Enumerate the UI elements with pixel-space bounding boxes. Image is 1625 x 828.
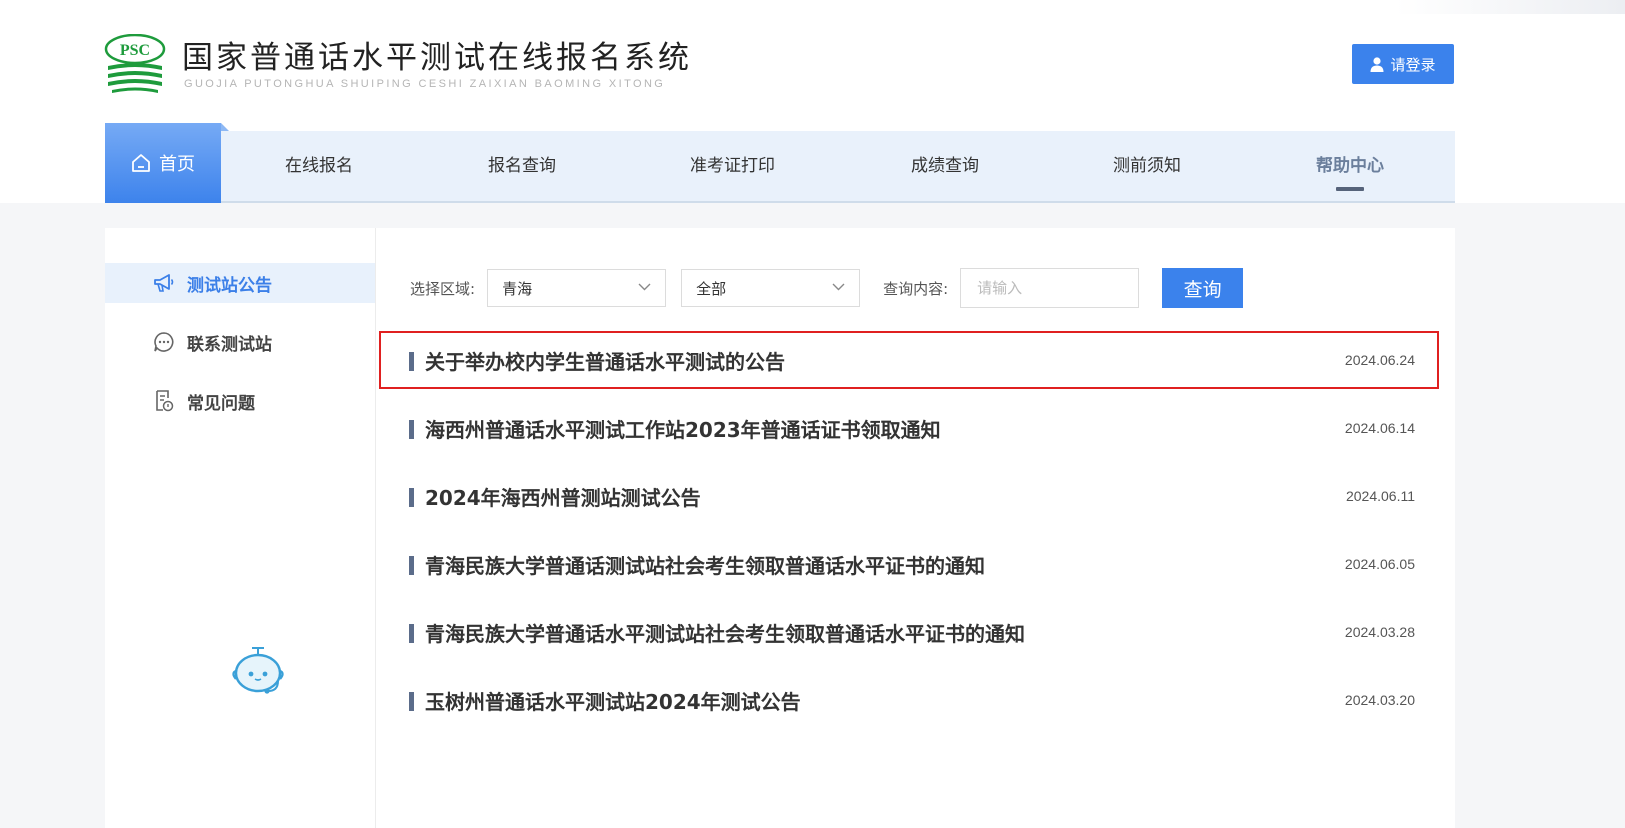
active-underline — [1336, 187, 1364, 191]
login-button[interactable]: 请登录 — [1352, 44, 1454, 84]
notice-row[interactable]: 青海民族大学普通话测试站社会考生领取普通话水平证书的通知 2024.06.05 — [379, 535, 1439, 593]
notice-date: 2024.06.14 — [1344, 420, 1415, 436]
region-select[interactable]: 青海 — [487, 269, 667, 307]
chevron-down-icon — [832, 283, 845, 291]
notice-title[interactable]: 关于举办校内学生普通话水平测试的公告 — [425, 346, 785, 375]
home-icon — [132, 154, 150, 172]
query-label: 查询内容: — [883, 279, 949, 298]
site-logo[interactable]: PSC 国家普通话水平测试在线报名系统 GUOJIA PUTONGHUA SHU… — [104, 34, 704, 96]
sidebar-item-contact-station[interactable]: 联系测试站 — [105, 322, 375, 362]
notice-row[interactable]: 海西州普通话水平测试工作站2023年普通话证书领取通知 2024.06.14 — [379, 399, 1439, 457]
psc-logo-icon: PSC — [104, 34, 166, 93]
row-marker — [409, 624, 414, 643]
row-marker — [409, 352, 414, 371]
row-marker — [409, 420, 414, 439]
sidebar: 测试站公告 联系测试站 常见问题 — [105, 228, 376, 828]
nav-item-help-center[interactable]: 帮助中心 — [1316, 131, 1384, 201]
nav-home[interactable]: 首页 — [105, 123, 229, 203]
query-button[interactable]: 查询 — [1162, 268, 1244, 308]
sidebar-label-station-notice: 测试站公告 — [187, 275, 272, 296]
nav-help-label: 帮助中心 — [1316, 156, 1384, 176]
row-marker — [409, 692, 414, 711]
region-value: 青海 — [502, 279, 533, 298]
nav-item-score-query[interactable]: 成绩查询 — [911, 131, 979, 201]
content-panel: 测试站公告 联系测试站 常见问题 选择区域: 青海 全部 查询内容: 请输入 查… — [105, 228, 1455, 828]
chevron-down-icon — [638, 283, 651, 291]
scope-select[interactable]: 全部 — [681, 269, 861, 307]
notice-title[interactable]: 2024年海西州普测站测试公告 — [425, 482, 701, 511]
main-nav: 首页 在线报名 报名查询 准考证打印 成绩查询 测前须知 帮助中心 — [105, 123, 1455, 203]
sidebar-label-contact-station: 联系测试站 — [187, 334, 272, 355]
login-label: 请登录 — [1390, 55, 1436, 74]
notice-date: 2024.06.11 — [1345, 488, 1415, 504]
row-marker — [409, 488, 414, 507]
nav-item-signup-query[interactable]: 报名查询 — [488, 131, 556, 201]
scope-value: 全部 — [696, 279, 727, 298]
filter-bar: 选择区域: 青海 全部 查询内容: 查询 — [410, 268, 1244, 308]
notice-date: 2024.03.28 — [1344, 624, 1415, 640]
notice-date: 2024.03.20 — [1344, 692, 1415, 708]
nav-home-label: 首页 — [159, 154, 195, 175]
notice-title[interactable]: 玉树州普通话水平测试站2024年测试公告 — [425, 686, 801, 715]
nav-item-online-signup[interactable]: 在线报名 — [285, 131, 353, 201]
document-question-icon — [153, 390, 175, 412]
notice-row[interactable]: 2024年海西州普测站测试公告 2024.06.11 — [379, 467, 1439, 525]
region-label: 选择区域: — [410, 279, 476, 298]
nav-item-admission-print[interactable]: 准考证打印 — [690, 131, 775, 201]
robot-assistant-icon[interactable] — [228, 645, 288, 697]
chat-bubble-icon — [153, 331, 175, 353]
megaphone-icon — [153, 272, 175, 294]
search-input[interactable] — [960, 268, 1140, 308]
notice-row[interactable]: 关于举办校内学生普通话水平测试的公告 2024.06.24 — [379, 331, 1439, 389]
notice-title[interactable]: 青海民族大学普通话水平测试站社会考生领取普通话水平证书的通知 — [425, 618, 1025, 647]
notice-title[interactable]: 海西州普通话水平测试工作站2023年普通话证书领取通知 — [425, 414, 941, 443]
notice-date: 2024.06.05 — [1344, 556, 1415, 572]
sidebar-label-faq: 常见问题 — [187, 393, 255, 414]
site-subtitle: GUOJIA PUTONGHUA SHUIPING CESHI ZAIXIAN … — [184, 78, 666, 90]
top-right-shadow — [1395, 0, 1625, 14]
site-title: 国家普通话水平测试在线报名系统 — [182, 40, 692, 76]
nav-item-pretest-notice[interactable]: 测前须知 — [1113, 131, 1181, 201]
row-marker — [409, 556, 414, 575]
sidebar-item-faq[interactable]: 常见问题 — [105, 381, 375, 421]
user-icon — [1370, 56, 1384, 72]
svg-text:PSC: PSC — [120, 42, 150, 59]
notice-row[interactable]: 青海民族大学普通话水平测试站社会考生领取普通话水平证书的通知 2024.03.2… — [379, 603, 1439, 661]
notice-title[interactable]: 青海民族大学普通话测试站社会考生领取普通话水平证书的通知 — [425, 550, 985, 579]
notice-list: 关于举办校内学生普通话水平测试的公告 2024.06.24 海西州普通话水平测试… — [379, 331, 1439, 739]
notice-date: 2024.06.24 — [1344, 352, 1415, 368]
sidebar-item-station-notice[interactable]: 测试站公告 — [105, 263, 375, 303]
notice-row[interactable]: 玉树州普通话水平测试站2024年测试公告 2024.03.20 — [379, 671, 1439, 729]
